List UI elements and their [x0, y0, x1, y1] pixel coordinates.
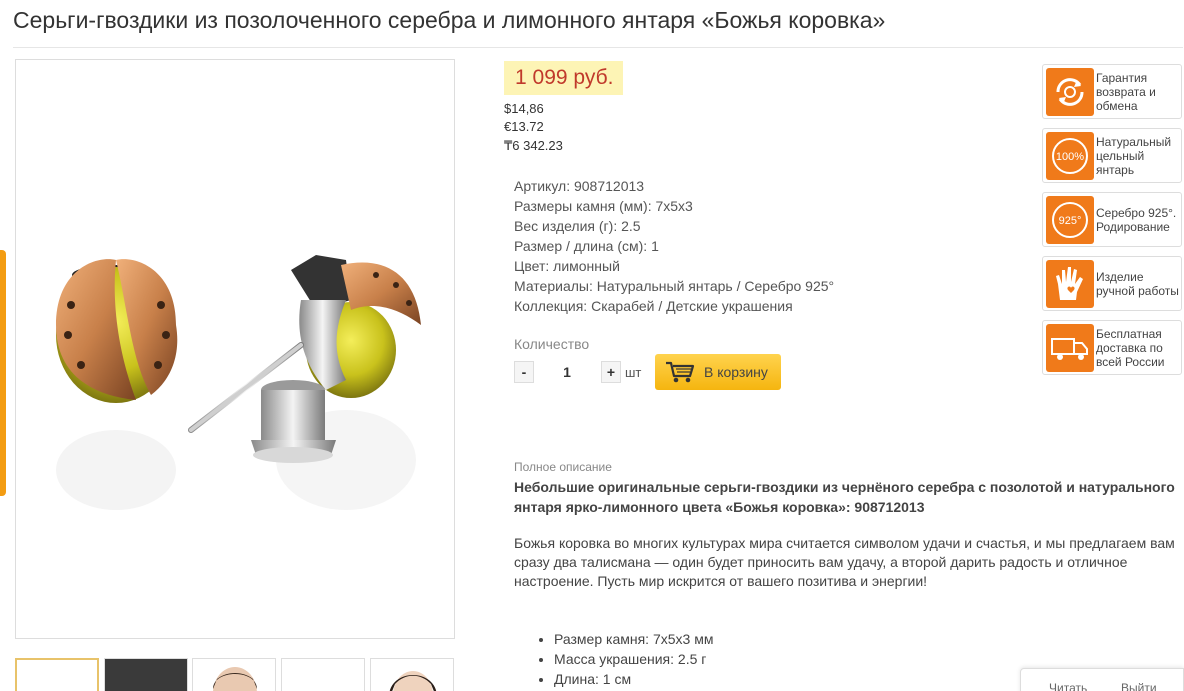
add-to-cart-button[interactable]: В корзину — [655, 354, 781, 390]
description-headline: Небольшие оригинальные серьги-гвоздики и… — [514, 479, 1175, 515]
price-eur: €13.72 — [504, 119, 544, 134]
portrait-image — [213, 667, 257, 691]
product-main-image[interactable] — [15, 59, 455, 639]
list-item: Длина: 1 см — [554, 669, 713, 689]
ladybug-earrings-image — [56, 255, 421, 510]
cart-icon — [666, 361, 695, 383]
hand-icon — [1046, 260, 1094, 308]
badge-natural-amber[interactable]: 100% Натуральный цельный янтарь — [1042, 128, 1182, 183]
bottom-widget: Читать Выйти — [1020, 668, 1184, 691]
refund-icon — [1046, 68, 1094, 116]
side-feedback-tab[interactable] — [0, 250, 6, 496]
title-divider — [13, 47, 1183, 48]
thumbnail-5[interactable] — [370, 658, 454, 691]
spec-article: Артикул: 908712013 — [514, 178, 645, 194]
badge-label: Бесплатная доставка по всей России — [1096, 326, 1165, 369]
spec-stone-size: Размеры камня (мм): 7х5х3 — [514, 198, 693, 214]
read-button[interactable]: Читать — [1049, 681, 1087, 691]
price-kzt: ₸6 342.23 — [504, 138, 563, 153]
badge-label: Натуральный цельный янтарь — [1096, 134, 1172, 177]
badge-label: Серебро 925°. Родирование — [1096, 205, 1177, 234]
100-percent-icon: 100% — [1046, 132, 1094, 180]
portrait-image — [389, 671, 437, 691]
quantity-unit: шт — [625, 365, 642, 380]
svg-text:925°: 925° — [1059, 215, 1082, 227]
thumbnail-3[interactable] — [192, 658, 276, 691]
spec-collection: Коллекция: Скарабей / Детские украшения — [514, 298, 793, 314]
svg-text:100%: 100% — [1056, 151, 1084, 163]
spec-materials: Материалы: Натуральный янтарь / Серебро … — [514, 278, 835, 294]
badge-label: Гарантия возврата и обмена — [1096, 70, 1156, 113]
badge-silver-925[interactable]: 925° Серебро 925°. Родирование — [1042, 192, 1182, 247]
spec-color: Цвет: лимонный — [514, 258, 620, 274]
list-item: Размер камня: 7х5х3 мм — [554, 629, 713, 649]
exit-button[interactable]: Выйти — [1121, 681, 1157, 691]
full-description-label: Полное описание — [514, 460, 612, 474]
price-box: 1 099 руб. — [504, 61, 624, 95]
description-bullets: Размер камня: 7х5х3 мм Масса украшения: … — [534, 629, 713, 689]
thumbnail-4[interactable] — [281, 658, 365, 691]
badge-return-guarantee[interactable]: Гарантия возврата и обмена — [1042, 64, 1182, 119]
quantity-label: Количество — [514, 336, 590, 352]
quantity-decrease-button[interactable]: - — [514, 361, 534, 383]
silver-925-icon: 925° — [1046, 196, 1094, 244]
page-title: Серьги-гвоздики из позолоченного серебра… — [13, 7, 886, 33]
thumbnail-2[interactable] — [104, 658, 188, 691]
thumbnail-1[interactable] — [15, 658, 99, 691]
quantity-increase-button[interactable]: + — [601, 361, 621, 383]
product-specs: Артикул: 908712013 Размеры камня (мм): 7… — [514, 176, 834, 316]
description-text: Божья коровка во многих культурах мира с… — [514, 535, 1175, 589]
price: 1 099 руб. — [515, 66, 614, 89]
spec-weight: Вес изделия (г): 2.5 — [514, 218, 641, 234]
add-to-cart-label: В корзину — [704, 364, 768, 380]
list-item: Масса украшения: 2.5 г — [554, 649, 713, 669]
truck-icon — [1046, 324, 1094, 372]
badge-label: Изделие ручной работы — [1096, 269, 1179, 298]
spec-length: Размер / длина (см): 1 — [514, 238, 659, 254]
badge-free-delivery[interactable]: Бесплатная доставка по всей России — [1042, 320, 1182, 375]
badge-handmade[interactable]: Изделие ручной работы — [1042, 256, 1182, 311]
quantity-input[interactable] — [542, 360, 592, 384]
price-usd: $14,86 — [504, 101, 544, 116]
